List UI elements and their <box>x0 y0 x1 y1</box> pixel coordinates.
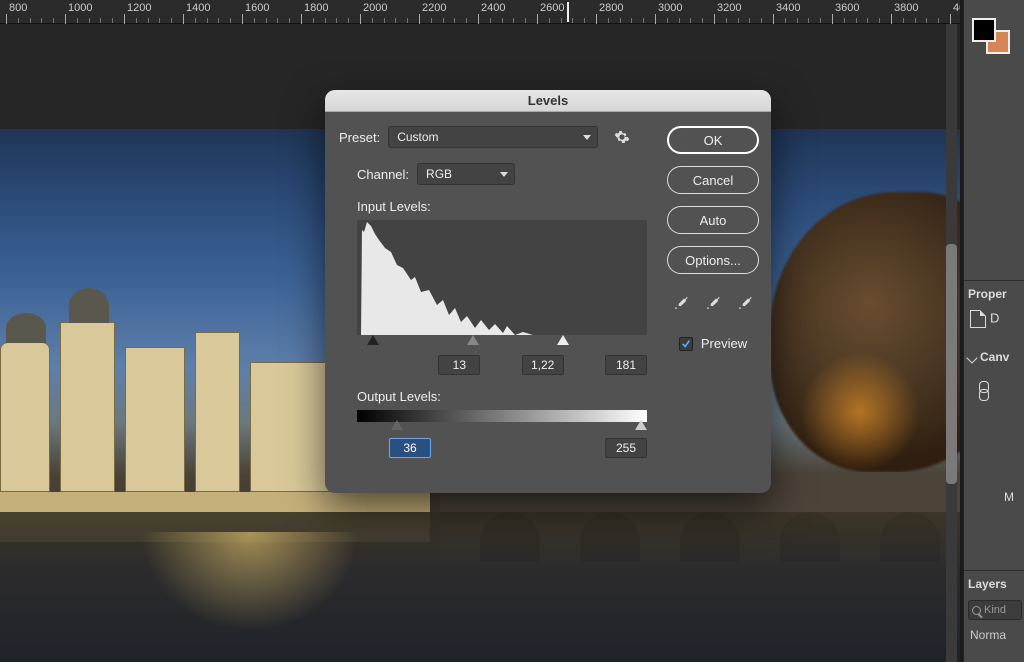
input-black-field[interactable] <box>438 355 480 375</box>
canvas-section-header[interactable]: Canv <box>968 350 1009 364</box>
input-gamma-slider[interactable] <box>467 335 479 345</box>
input-slider-track[interactable] <box>357 335 647 349</box>
output-black-slider[interactable] <box>391 420 403 430</box>
output-levels-label: Output Levels: <box>357 389 757 404</box>
levels-dialog: Levels Preset: Custom Channel: RGB Input… <box>325 90 771 493</box>
ok-button[interactable]: OK <box>667 126 759 154</box>
eyedropper-black-icon[interactable] <box>672 292 690 314</box>
layers-filter-input[interactable]: Kind <box>968 600 1022 620</box>
layers-panel-header[interactable]: Layers <box>964 570 1024 597</box>
channel-dropdown[interactable]: RGB <box>417 163 515 185</box>
panels-column: A Proper D Canv M Layers Kind Norma <box>963 0 1024 662</box>
auto-button[interactable]: Auto <box>667 206 759 234</box>
color-swatches[interactable] <box>972 18 1016 58</box>
dialog-titlebar[interactable]: Levels <box>325 90 771 112</box>
output-black-field[interactable] <box>389 438 431 458</box>
histogram[interactable] <box>357 220 647 335</box>
search-icon <box>972 606 981 615</box>
input-gamma-field[interactable] <box>522 355 564 375</box>
properties-row-m: M <box>1004 490 1014 504</box>
input-black-slider[interactable] <box>367 335 379 345</box>
channel-label: Channel: <box>357 167 409 182</box>
cancel-button[interactable]: Cancel <box>667 166 759 194</box>
document-icon <box>970 310 986 328</box>
chevron-down-icon <box>583 135 591 140</box>
preset-menu-icon[interactable] <box>614 129 630 145</box>
options-button[interactable]: Options... <box>667 246 759 274</box>
horizontal-ruler[interactable]: 8001000120014001600180020002200240026002… <box>0 0 960 24</box>
eyedropper-white-icon[interactable] <box>736 292 754 314</box>
properties-doc-row[interactable]: D <box>970 310 999 328</box>
character-panel-icon[interactable]: A <box>974 0 1000 6</box>
chevron-down-icon <box>500 172 508 177</box>
output-white-slider[interactable] <box>635 420 647 430</box>
foreground-swatch[interactable] <box>972 18 996 42</box>
eyedropper-gray-icon[interactable] <box>704 292 722 314</box>
scrollbar-thumb[interactable] <box>946 244 957 484</box>
blend-mode-dropdown[interactable]: Norma <box>970 628 1006 642</box>
input-white-slider[interactable] <box>557 335 569 345</box>
properties-panel-header[interactable]: Proper <box>964 280 1024 307</box>
chevron-down-icon <box>966 352 977 363</box>
preset-dropdown[interactable]: Custom <box>388 126 598 148</box>
output-white-field[interactable] <box>605 438 647 458</box>
preset-label: Preset: <box>339 130 380 145</box>
input-white-field[interactable] <box>605 355 647 375</box>
preview-checkbox[interactable] <box>679 337 693 351</box>
link-dimensions-icon[interactable] <box>976 382 990 402</box>
vertical-scrollbar[interactable] <box>946 24 957 662</box>
output-gradient[interactable] <box>357 410 647 422</box>
preview-checkbox-row[interactable]: Preview <box>679 336 747 351</box>
